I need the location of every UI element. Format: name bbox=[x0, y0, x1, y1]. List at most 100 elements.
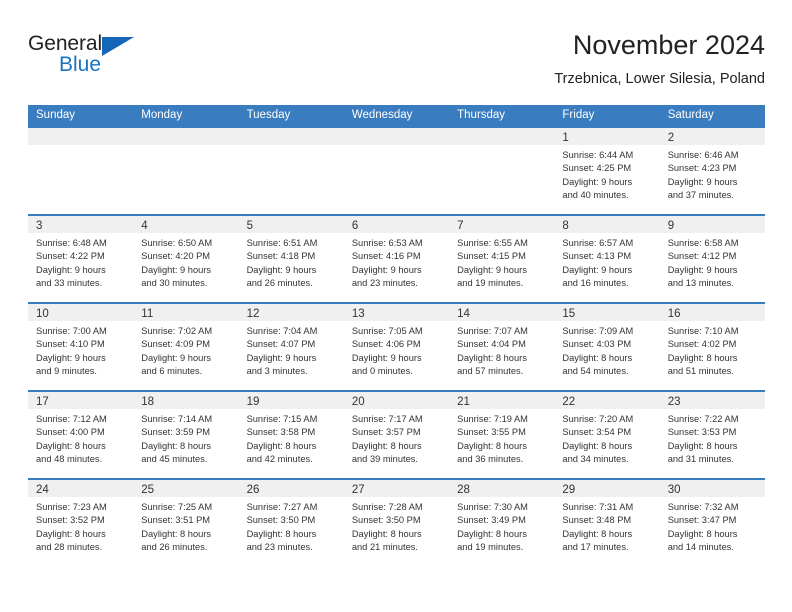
day-cell[interactable]: 16 Sunrise: 7:10 AM Sunset: 4:02 PM Dayl… bbox=[659, 304, 765, 390]
day-number-band: 23 bbox=[659, 392, 765, 409]
day-cell[interactable]: 3 Sunrise: 6:48 AM Sunset: 4:22 PM Dayli… bbox=[28, 216, 134, 302]
sunrise-line: Sunrise: 6:53 AM bbox=[351, 238, 423, 248]
day-number-band: 4 bbox=[133, 216, 239, 233]
day-info: Sunrise: 7:05 AM Sunset: 4:06 PM Dayligh… bbox=[344, 321, 449, 379]
day-cell[interactable]: 10 Sunrise: 7:00 AM Sunset: 4:10 PM Dayl… bbox=[28, 304, 134, 390]
day-number-band: 30 bbox=[659, 480, 765, 497]
day-number-band: 6 bbox=[343, 216, 450, 233]
day-info: Sunrise: 6:50 AM Sunset: 4:20 PM Dayligh… bbox=[133, 233, 238, 291]
daylight-line-2: and 3 minutes. bbox=[246, 366, 308, 377]
day-cell[interactable]: 12 Sunrise: 7:04 AM Sunset: 4:07 PM Dayl… bbox=[238, 304, 344, 390]
day-number-band: 27 bbox=[343, 480, 450, 497]
day-cell[interactable]: 14 Sunrise: 7:07 AM Sunset: 4:04 PM Dayl… bbox=[449, 304, 555, 390]
daylight-line-2: and 33 minutes. bbox=[36, 278, 103, 289]
sunrise-line: Sunrise: 6:46 AM bbox=[667, 150, 739, 160]
day-number-band bbox=[133, 128, 239, 145]
day-number: 14 bbox=[457, 308, 470, 320]
day-cell[interactable]: 28 Sunrise: 7:30 AM Sunset: 3:49 PM Dayl… bbox=[449, 480, 555, 566]
day-cell[interactable]: 21 Sunrise: 7:19 AM Sunset: 3:55 PM Dayl… bbox=[449, 392, 555, 478]
daylight-line-1: Daylight: 8 hours bbox=[36, 528, 106, 539]
day-number-band: 20 bbox=[343, 392, 450, 409]
day-number: 7 bbox=[457, 220, 464, 232]
page-title: November 2024 bbox=[572, 30, 765, 60]
day-cell[interactable]: 30 Sunrise: 7:32 AM Sunset: 3:47 PM Dayl… bbox=[659, 480, 765, 566]
day-number: 6 bbox=[351, 220, 359, 232]
day-cell[interactable]: 22 Sunrise: 7:20 AM Sunset: 3:54 PM Dayl… bbox=[554, 392, 660, 478]
sunset-line: Sunset: 4:04 PM bbox=[457, 339, 526, 350]
day-number: 19 bbox=[246, 396, 260, 408]
page-header: General Blue November 2024 Trzebnica, Lo… bbox=[28, 28, 765, 98]
sunset-line: Sunset: 3:57 PM bbox=[351, 427, 421, 438]
weekday-header-tuesday: Tuesday bbox=[246, 109, 291, 121]
sunset-line: Sunset: 3:48 PM bbox=[562, 515, 632, 526]
day-info: Sunrise: 7:09 AM Sunset: 4:03 PM Dayligh… bbox=[554, 321, 659, 379]
day-number: 8 bbox=[562, 220, 569, 232]
weekday-header-row: Sunday Monday Tuesday Wednesday Thursday… bbox=[28, 105, 765, 126]
day-cell[interactable]: 18 Sunrise: 7:14 AM Sunset: 3:59 PM Dayl… bbox=[133, 392, 239, 478]
day-cell[interactable]: 1 Sunrise: 6:44 AM Sunset: 4:25 PM Dayli… bbox=[554, 128, 660, 214]
daylight-line-2: and 51 minutes. bbox=[667, 366, 734, 377]
daylight-line-1: Daylight: 9 hours bbox=[141, 264, 212, 275]
day-info: Sunrise: 6:58 AM Sunset: 4:12 PM Dayligh… bbox=[660, 233, 765, 291]
day-cell[interactable]: 24 Sunrise: 7:23 AM Sunset: 3:52 PM Dayl… bbox=[28, 480, 134, 566]
day-info: Sunrise: 7:12 AM Sunset: 4:00 PM Dayligh… bbox=[28, 409, 133, 467]
day-cell[interactable]: 20 Sunrise: 7:17 AM Sunset: 3:57 PM Dayl… bbox=[343, 392, 450, 478]
day-cell[interactable]: 5 Sunrise: 6:51 AM Sunset: 4:18 PM Dayli… bbox=[238, 216, 344, 302]
day-cell[interactable]: 23 Sunrise: 7:22 AM Sunset: 3:53 PM Dayl… bbox=[659, 392, 765, 478]
sunrise-line: Sunrise: 7:09 AM bbox=[562, 326, 634, 336]
sunset-line: Sunset: 3:52 PM bbox=[36, 515, 105, 526]
day-number: 12 bbox=[246, 308, 260, 320]
day-number-band bbox=[28, 128, 134, 145]
day-number: 22 bbox=[562, 396, 576, 408]
daylight-line-1: Daylight: 9 hours bbox=[667, 176, 738, 187]
day-cell[interactable]: 7 Sunrise: 6:55 AM Sunset: 4:15 PM Dayli… bbox=[449, 216, 555, 302]
brand-logo[interactable]: General Blue bbox=[28, 32, 258, 92]
day-cell[interactable]: 11 Sunrise: 7:02 AM Sunset: 4:09 PM Dayl… bbox=[133, 304, 239, 390]
sunrise-line: Sunrise: 7:25 AM bbox=[141, 502, 213, 512]
day-cell[interactable]: 17 Sunrise: 7:12 AM Sunset: 4:00 PM Dayl… bbox=[28, 392, 134, 478]
daylight-line-2: and 34 minutes. bbox=[562, 454, 629, 465]
day-cell[interactable]: 2 Sunrise: 6:46 AM Sunset: 4:23 PM Dayli… bbox=[659, 128, 765, 214]
day-number: 15 bbox=[562, 308, 576, 320]
day-cell[interactable]: 26 Sunrise: 7:27 AM Sunset: 3:50 PM Dayl… bbox=[238, 480, 344, 566]
daylight-line-2: and 16 minutes. bbox=[562, 278, 629, 289]
daylight-line-2: and 31 minutes. bbox=[667, 454, 734, 465]
day-cell[interactable]: 6 Sunrise: 6:53 AM Sunset: 4:16 PM Dayli… bbox=[343, 216, 450, 302]
day-info: Sunrise: 7:10 AM Sunset: 4:02 PM Dayligh… bbox=[660, 321, 765, 379]
day-number-band: 19 bbox=[238, 392, 344, 409]
sunset-line: Sunset: 3:51 PM bbox=[141, 515, 211, 526]
week-row: 10 Sunrise: 7:00 AM Sunset: 4:10 PM Dayl… bbox=[28, 302, 765, 390]
brand-name-blue: Blue bbox=[59, 53, 102, 76]
day-number-band: 26 bbox=[238, 480, 344, 497]
sunrise-line: Sunrise: 7:27 AM bbox=[246, 502, 318, 512]
day-cell[interactable]: 8 Sunrise: 6:57 AM Sunset: 4:13 PM Dayli… bbox=[554, 216, 660, 302]
day-number: 27 bbox=[351, 484, 365, 496]
day-number: 29 bbox=[562, 484, 576, 496]
day-cell[interactable]: 29 Sunrise: 7:31 AM Sunset: 3:48 PM Dayl… bbox=[554, 480, 660, 566]
sunrise-line: Sunrise: 6:48 AM bbox=[36, 238, 107, 248]
sunrise-line: Sunrise: 6:58 AM bbox=[667, 238, 739, 248]
daylight-line-1: Daylight: 8 hours bbox=[457, 528, 527, 539]
day-cell[interactable]: 25 Sunrise: 7:25 AM Sunset: 3:51 PM Dayl… bbox=[133, 480, 239, 566]
daylight-line-1: Daylight: 9 hours bbox=[457, 264, 527, 275]
day-number-band: 22 bbox=[554, 392, 660, 409]
day-info: Sunrise: 7:25 AM Sunset: 3:51 PM Dayligh… bbox=[133, 497, 238, 555]
day-cell[interactable]: 27 Sunrise: 7:28 AM Sunset: 3:50 PM Dayl… bbox=[343, 480, 450, 566]
daylight-line-2: and 45 minutes. bbox=[141, 454, 208, 465]
day-cell[interactable]: 19 Sunrise: 7:15 AM Sunset: 3:58 PM Dayl… bbox=[238, 392, 344, 478]
sunrise-line: Sunrise: 7:05 AM bbox=[351, 326, 423, 336]
day-number-band: 10 bbox=[28, 304, 134, 321]
day-number: 24 bbox=[36, 484, 49, 496]
weekday-header-monday: Monday bbox=[141, 109, 183, 121]
day-cell bbox=[28, 128, 134, 214]
sunset-line: Sunset: 4:23 PM bbox=[667, 163, 737, 174]
day-cell[interactable]: 15 Sunrise: 7:09 AM Sunset: 4:03 PM Dayl… bbox=[554, 304, 660, 390]
day-number-band: 29 bbox=[554, 480, 660, 497]
day-number: 11 bbox=[141, 308, 154, 320]
day-cell[interactable]: 4 Sunrise: 6:50 AM Sunset: 4:20 PM Dayli… bbox=[133, 216, 239, 302]
day-cell[interactable]: 9 Sunrise: 6:58 AM Sunset: 4:12 PM Dayli… bbox=[659, 216, 765, 302]
daylight-line-1: Daylight: 9 hours bbox=[351, 352, 422, 363]
day-cell[interactable]: 13 Sunrise: 7:05 AM Sunset: 4:06 PM Dayl… bbox=[343, 304, 450, 390]
sunrise-line: Sunrise: 6:55 AM bbox=[457, 238, 528, 248]
daylight-line-1: Daylight: 8 hours bbox=[667, 528, 738, 539]
